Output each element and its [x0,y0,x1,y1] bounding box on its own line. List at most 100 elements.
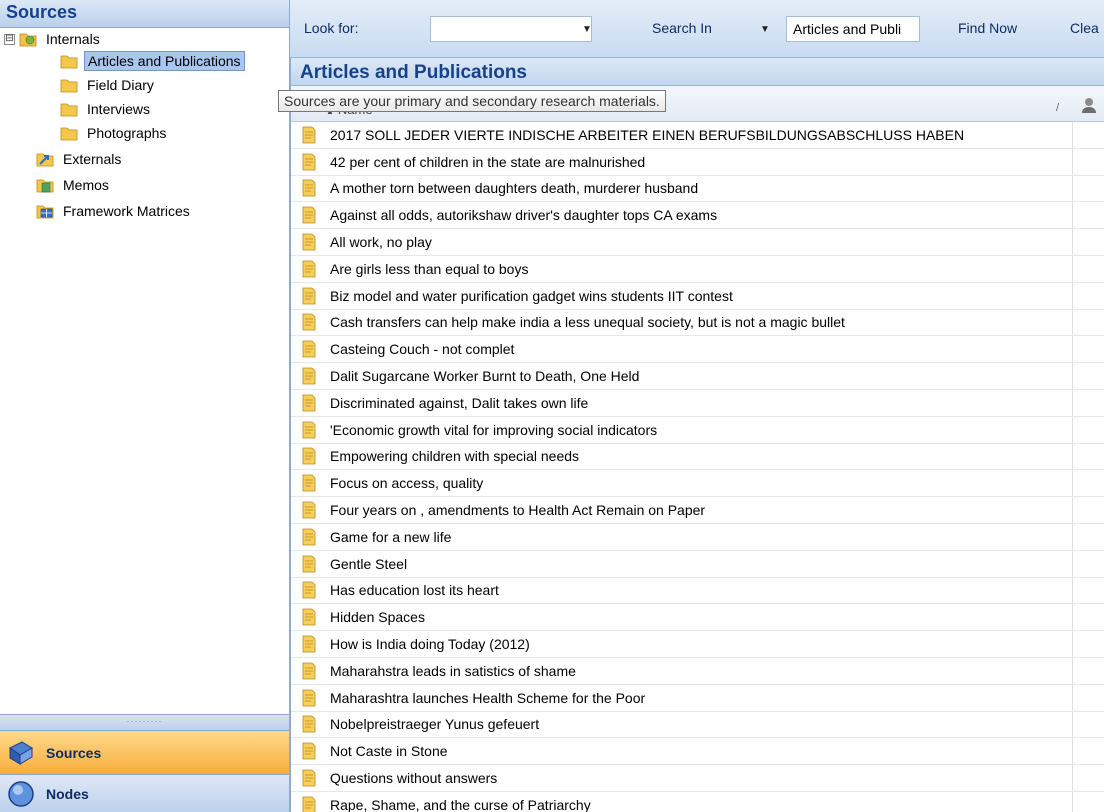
column-divider [1072,229,1073,255]
tree-item-label: Photographs [87,125,167,141]
list-item[interactable]: All work, no play [290,229,1104,256]
tree-item-framework-matrices[interactable]: Framework Matrices [36,200,193,222]
list-item-name: Dalit Sugarcane Worker Burnt to Death, O… [330,368,640,385]
list-item-name: Rape, Shame, and the curse of Patriarchy [330,796,591,812]
list-item-name: All work, no play [330,234,432,251]
list-item-name: Empowering children with special needs [330,448,580,465]
column-divider [1072,711,1073,738]
list-item[interactable]: Game for a new life [290,523,1104,551]
tree-item-photographs[interactable]: Photographs [60,122,169,144]
list-item[interactable]: Biz model and water purification gadget … [290,282,1104,310]
nav-button-sources[interactable]: Sources [0,730,289,774]
column-divider [1072,363,1073,389]
tree-item-field-diary[interactable]: Field Diary [60,74,157,96]
tree-item-memos[interactable]: Memos [36,174,112,196]
internals-folder-icon [19,33,37,47]
list-item[interactable]: Empowering children with special needs [290,443,1104,471]
list-item[interactable]: 'Economic growth vital for improving soc… [290,416,1104,444]
list-item[interactable]: Maharashtra launches Health Scheme for t… [290,684,1104,712]
user-column-icon[interactable] [1080,96,1098,114]
list-item-name: Focus on access, quality [330,475,484,492]
list-item[interactable]: Rape, Shame, and the curse of Patriarchy [290,791,1104,812]
nav-button-nodes[interactable]: Nodes [0,774,289,812]
list-item[interactable]: Discriminated against, Dalit takes own l… [290,389,1104,417]
list-item[interactable]: Four years on , amendments to Health Act… [290,497,1104,524]
list-item[interactable]: Hidden Spaces [290,604,1104,632]
column-divider [1072,202,1073,229]
navigation-pane: Sources ⊟ Internals Articles and Publica… [0,0,290,812]
tree-item-label: Field Diary [87,77,154,93]
search-in-dropdown-icon[interactable]: ▼ [760,24,770,35]
column-divider [1072,416,1073,443]
list-item[interactable]: A mother torn between daughters death, m… [290,175,1104,203]
clear-button[interactable]: Clea [1070,20,1099,36]
tree-item-externals[interactable]: Externals [36,148,124,170]
sources-title: Sources [6,2,78,22]
list-item[interactable]: Dalit Sugarcane Worker Burnt to Death, O… [290,363,1104,390]
document-icon [302,126,316,144]
list-item[interactable]: 2017 SOLL JEDER VIERTE INDISCHE ARBEITER… [290,122,1104,149]
look-for-input[interactable] [430,16,592,42]
list-item[interactable]: Focus on access, quality [290,470,1104,498]
pane-divider [290,58,291,812]
list-item-name: 2017 SOLL JEDER VIERTE INDISCHE ARBEITER… [330,126,965,143]
list-item-name: Are girls less than equal to boys [330,260,529,277]
column-divider [1072,738,1073,765]
list-item[interactable]: Not Caste in Stone [290,738,1104,766]
column-divider [1072,148,1073,175]
sources-book-icon [9,740,33,765]
column-divider [1072,389,1073,416]
list-item[interactable]: Cash transfers can help make india a les… [290,309,1104,337]
tree-item-internals[interactable]: ⊟ Internals [4,28,103,50]
document-icon [302,153,316,171]
document-icon [302,314,316,331]
list-item[interactable]: Casteing Couch - not complet [290,336,1104,364]
collapse-icon[interactable]: ⊟ [4,33,15,45]
list-item-name: Cash transfers can help make india a les… [330,314,845,331]
list-item[interactable]: Nobelpreistraeger Yunus gefeuert [290,711,1104,739]
tree-item-label: Externals [63,151,122,167]
memos-icon [36,179,54,193]
list-item-name: Casteing Couch - not complet [330,341,515,358]
list-item-name: Hidden Spaces [330,609,425,626]
search-in-button[interactable]: Search In [652,20,712,36]
look-for-dropdown-icon[interactable]: ▼ [582,24,592,35]
document-icon [302,260,316,278]
document-icon [302,206,316,224]
document-icon [302,474,316,492]
document-icon [302,501,316,519]
list-item-name: Not Caste in Stone [330,743,448,760]
nav-label-sources: Sources [46,744,102,761]
list-item[interactable]: Against all odds, autorikshaw driver's d… [290,202,1104,230]
column-divider [1072,577,1073,604]
list-item[interactable]: Gentle Steel [290,550,1104,578]
pane-splitter[interactable]: ········· [0,714,289,730]
list-item[interactable]: How is India doing Today (2012) [290,631,1104,658]
column-divider [1072,631,1073,657]
list-item[interactable]: Has education lost its heart [290,577,1104,605]
search-in-field[interactable]: Articles and Publi [786,16,920,42]
column-divider [1072,282,1073,309]
sources-tree: ⊟ Internals Articles and Publications Fi… [0,28,289,714]
folder-icon [60,79,78,93]
list-item-name: Biz model and water purification gadget … [330,287,733,304]
list-item-name: Has education lost its heart [330,582,499,599]
list-item[interactable]: Maharahstra leads in satistics of shame [290,657,1104,685]
list-item[interactable]: 42 per cent of children in the state are… [290,148,1104,176]
find-now-button[interactable]: Find Now [958,20,1017,36]
document-icon [302,716,316,733]
list-item[interactable]: Are girls less than equal to boys [290,255,1104,283]
document-icon [302,769,316,787]
externals-icon [36,153,54,167]
document-icon [302,742,316,760]
framework-matrices-icon [36,205,54,219]
document-icon [302,635,316,653]
tree-item-articles-and-publications[interactable]: Articles and Publications [60,50,245,72]
list-item-name: Four years on , amendments to Health Act… [330,502,706,519]
sources-list: 2017 SOLL JEDER VIERTE INDISCHE ARBEITER… [290,122,1104,812]
tree-item-interviews[interactable]: Interviews [60,98,153,120]
list-item[interactable]: Questions without answers [290,765,1104,792]
edit-icon[interactable]: / [1056,102,1059,114]
column-divider [1072,791,1073,812]
document-icon [302,555,316,573]
